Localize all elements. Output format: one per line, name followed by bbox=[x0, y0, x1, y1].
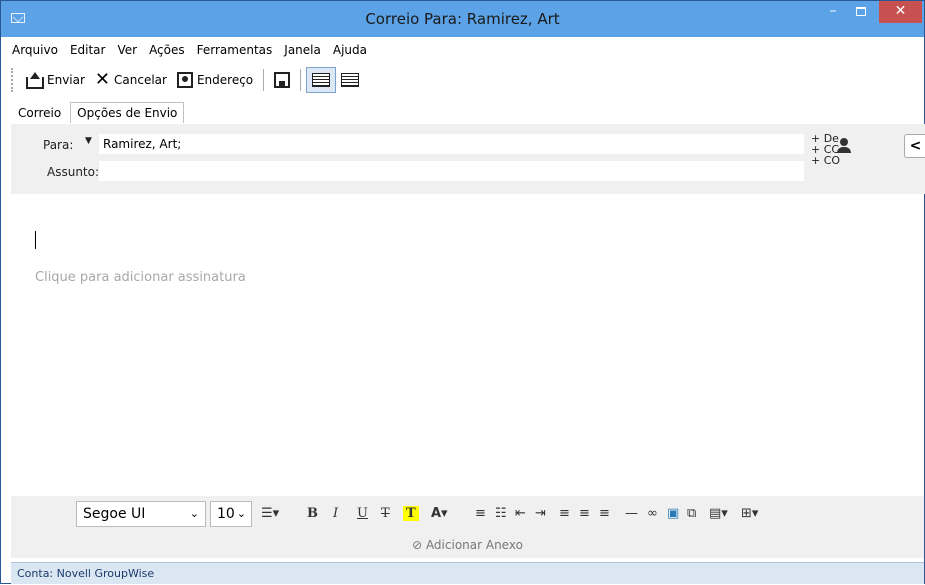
cancel-button[interactable]: ✕ Cancelar bbox=[90, 67, 172, 93]
toolbar-separator bbox=[300, 69, 302, 91]
send-icon bbox=[25, 72, 44, 89]
font-value: Segoe UI bbox=[83, 506, 146, 522]
align-center-icon[interactable]: ≡ bbox=[579, 506, 590, 521]
font-size-select[interactable]: 10 ⌄ bbox=[210, 501, 252, 527]
send-label: Enviar bbox=[47, 73, 85, 87]
paragraph-style-icon[interactable]: ☰▾ bbox=[261, 506, 279, 521]
font-color-icon[interactable]: A▾ bbox=[431, 506, 448, 521]
subject-field[interactable] bbox=[99, 161, 804, 181]
collapse-panel-button[interactable]: < bbox=[904, 134, 925, 158]
send-button[interactable]: Enviar bbox=[20, 67, 90, 93]
menu-ferramentas[interactable]: Ferramentas bbox=[196, 43, 274, 61]
close-button[interactable]: ✕ bbox=[879, 1, 922, 23]
align-left-icon[interactable]: ≡ bbox=[559, 506, 570, 521]
close-icon: ✕ bbox=[94, 69, 111, 90]
bold-icon[interactable]: B bbox=[307, 506, 318, 521]
html-view-button[interactable] bbox=[306, 67, 337, 93]
bullet-list-icon[interactable]: ☷ bbox=[495, 506, 507, 521]
table-icon[interactable]: ⊞▾ bbox=[741, 506, 758, 521]
align-right-icon[interactable]: ≡ bbox=[599, 506, 610, 521]
to-field[interactable]: Ramirez, Art; bbox=[99, 134, 804, 154]
insert-object-icon[interactable]: ⧉ bbox=[687, 506, 696, 521]
to-label: Para: bbox=[43, 138, 74, 152]
menu-ver[interactable]: Ver bbox=[116, 43, 138, 61]
menu-bar: Arquivo Editar Ver Ações Ferramentas Jan… bbox=[11, 43, 368, 61]
message-body[interactable]: Clique para adicionar assinatura bbox=[11, 195, 924, 493]
underline-icon[interactable]: U bbox=[357, 506, 368, 521]
tab-opcoes-envio[interactable]: Opções de Envio bbox=[70, 102, 185, 123]
menu-ajuda[interactable]: Ajuda bbox=[332, 43, 368, 61]
compose-window: Correio Para: Ramirez, Art – ✕ Arquivo E… bbox=[0, 0, 925, 584]
color-picker-icon[interactable]: ▤▾ bbox=[709, 506, 728, 521]
font-size-value: 10 bbox=[217, 506, 235, 522]
tab-strip: Correio Opções de Envio bbox=[11, 101, 185, 123]
address-book-icon bbox=[176, 72, 193, 88]
subject-label: Assunto: bbox=[47, 165, 100, 179]
menu-janela[interactable]: Janela bbox=[283, 43, 322, 61]
address-header: Para: ▼ Ramirez, Art; Assunto: + De + CC… bbox=[11, 124, 925, 194]
chevron-down-icon: ⌄ bbox=[236, 507, 246, 520]
title-bar: Correio Para: Ramirez, Art – ✕ bbox=[1, 1, 924, 37]
chevron-down-icon: ⌄ bbox=[189, 507, 199, 520]
person-icon[interactable] bbox=[836, 138, 852, 154]
link-icon[interactable]: ∞ bbox=[647, 506, 658, 521]
text-cursor bbox=[35, 231, 36, 249]
horizontal-rule-icon[interactable]: — bbox=[625, 506, 638, 521]
toolbar-separator bbox=[263, 69, 265, 91]
add-attachment-label: Adicionar Anexo bbox=[425, 538, 523, 552]
increase-indent-icon[interactable]: ⇥ bbox=[535, 506, 546, 521]
menu-arquivo[interactable]: Arquivo bbox=[11, 43, 59, 61]
format-toolbar: Segoe UI ⌄ 10 ⌄ ☰▾ B I U T T A▾ ≡ ☷ ⇤ ⇥ … bbox=[11, 496, 924, 532]
decrease-indent-icon[interactable]: ⇤ bbox=[515, 506, 526, 521]
minimize-button[interactable]: – bbox=[819, 1, 847, 23]
paperclip-icon: ⊘ bbox=[412, 538, 426, 552]
account-status: Conta: Novell GroupWise bbox=[17, 567, 155, 580]
html-view-icon bbox=[312, 73, 331, 87]
address-label: Endereço bbox=[196, 73, 254, 87]
menu-acoes[interactable]: Ações bbox=[148, 43, 186, 61]
menu-editar[interactable]: Editar bbox=[69, 43, 107, 61]
save-icon bbox=[274, 72, 291, 88]
address-button[interactable]: Endereço bbox=[172, 67, 258, 93]
maximize-button[interactable] bbox=[847, 1, 875, 23]
window-title: Correio Para: Ramirez, Art bbox=[365, 10, 560, 28]
tab-correio[interactable]: Correio bbox=[11, 102, 69, 123]
add-bcc-link[interactable]: + CO bbox=[811, 155, 840, 166]
to-dropdown-icon[interactable]: ▼ bbox=[85, 136, 92, 146]
strikethrough-icon[interactable]: T bbox=[381, 506, 390, 521]
toolbar: Enviar ✕ Cancelar Endereço bbox=[11, 65, 364, 95]
add-attachment-button[interactable]: ⊘ Adicionar Anexo bbox=[11, 532, 924, 558]
toolbar-grip[interactable] bbox=[11, 68, 14, 92]
font-select[interactable]: Segoe UI ⌄ bbox=[76, 501, 206, 527]
italic-icon[interactable]: I bbox=[333, 506, 338, 521]
cancel-label: Cancelar bbox=[114, 73, 167, 87]
numbered-list-icon[interactable]: ≡ bbox=[475, 506, 486, 521]
signature-placeholder[interactable]: Clique para adicionar assinatura bbox=[35, 270, 246, 285]
plain-text-view-button[interactable] bbox=[336, 67, 364, 93]
highlight-icon[interactable]: T bbox=[403, 506, 419, 521]
plain-text-view-icon bbox=[341, 73, 360, 87]
insert-image-icon[interactable]: ▣ bbox=[667, 506, 679, 521]
save-draft-button[interactable] bbox=[269, 67, 295, 93]
status-bar: Conta: Novell GroupWise bbox=[11, 562, 924, 584]
